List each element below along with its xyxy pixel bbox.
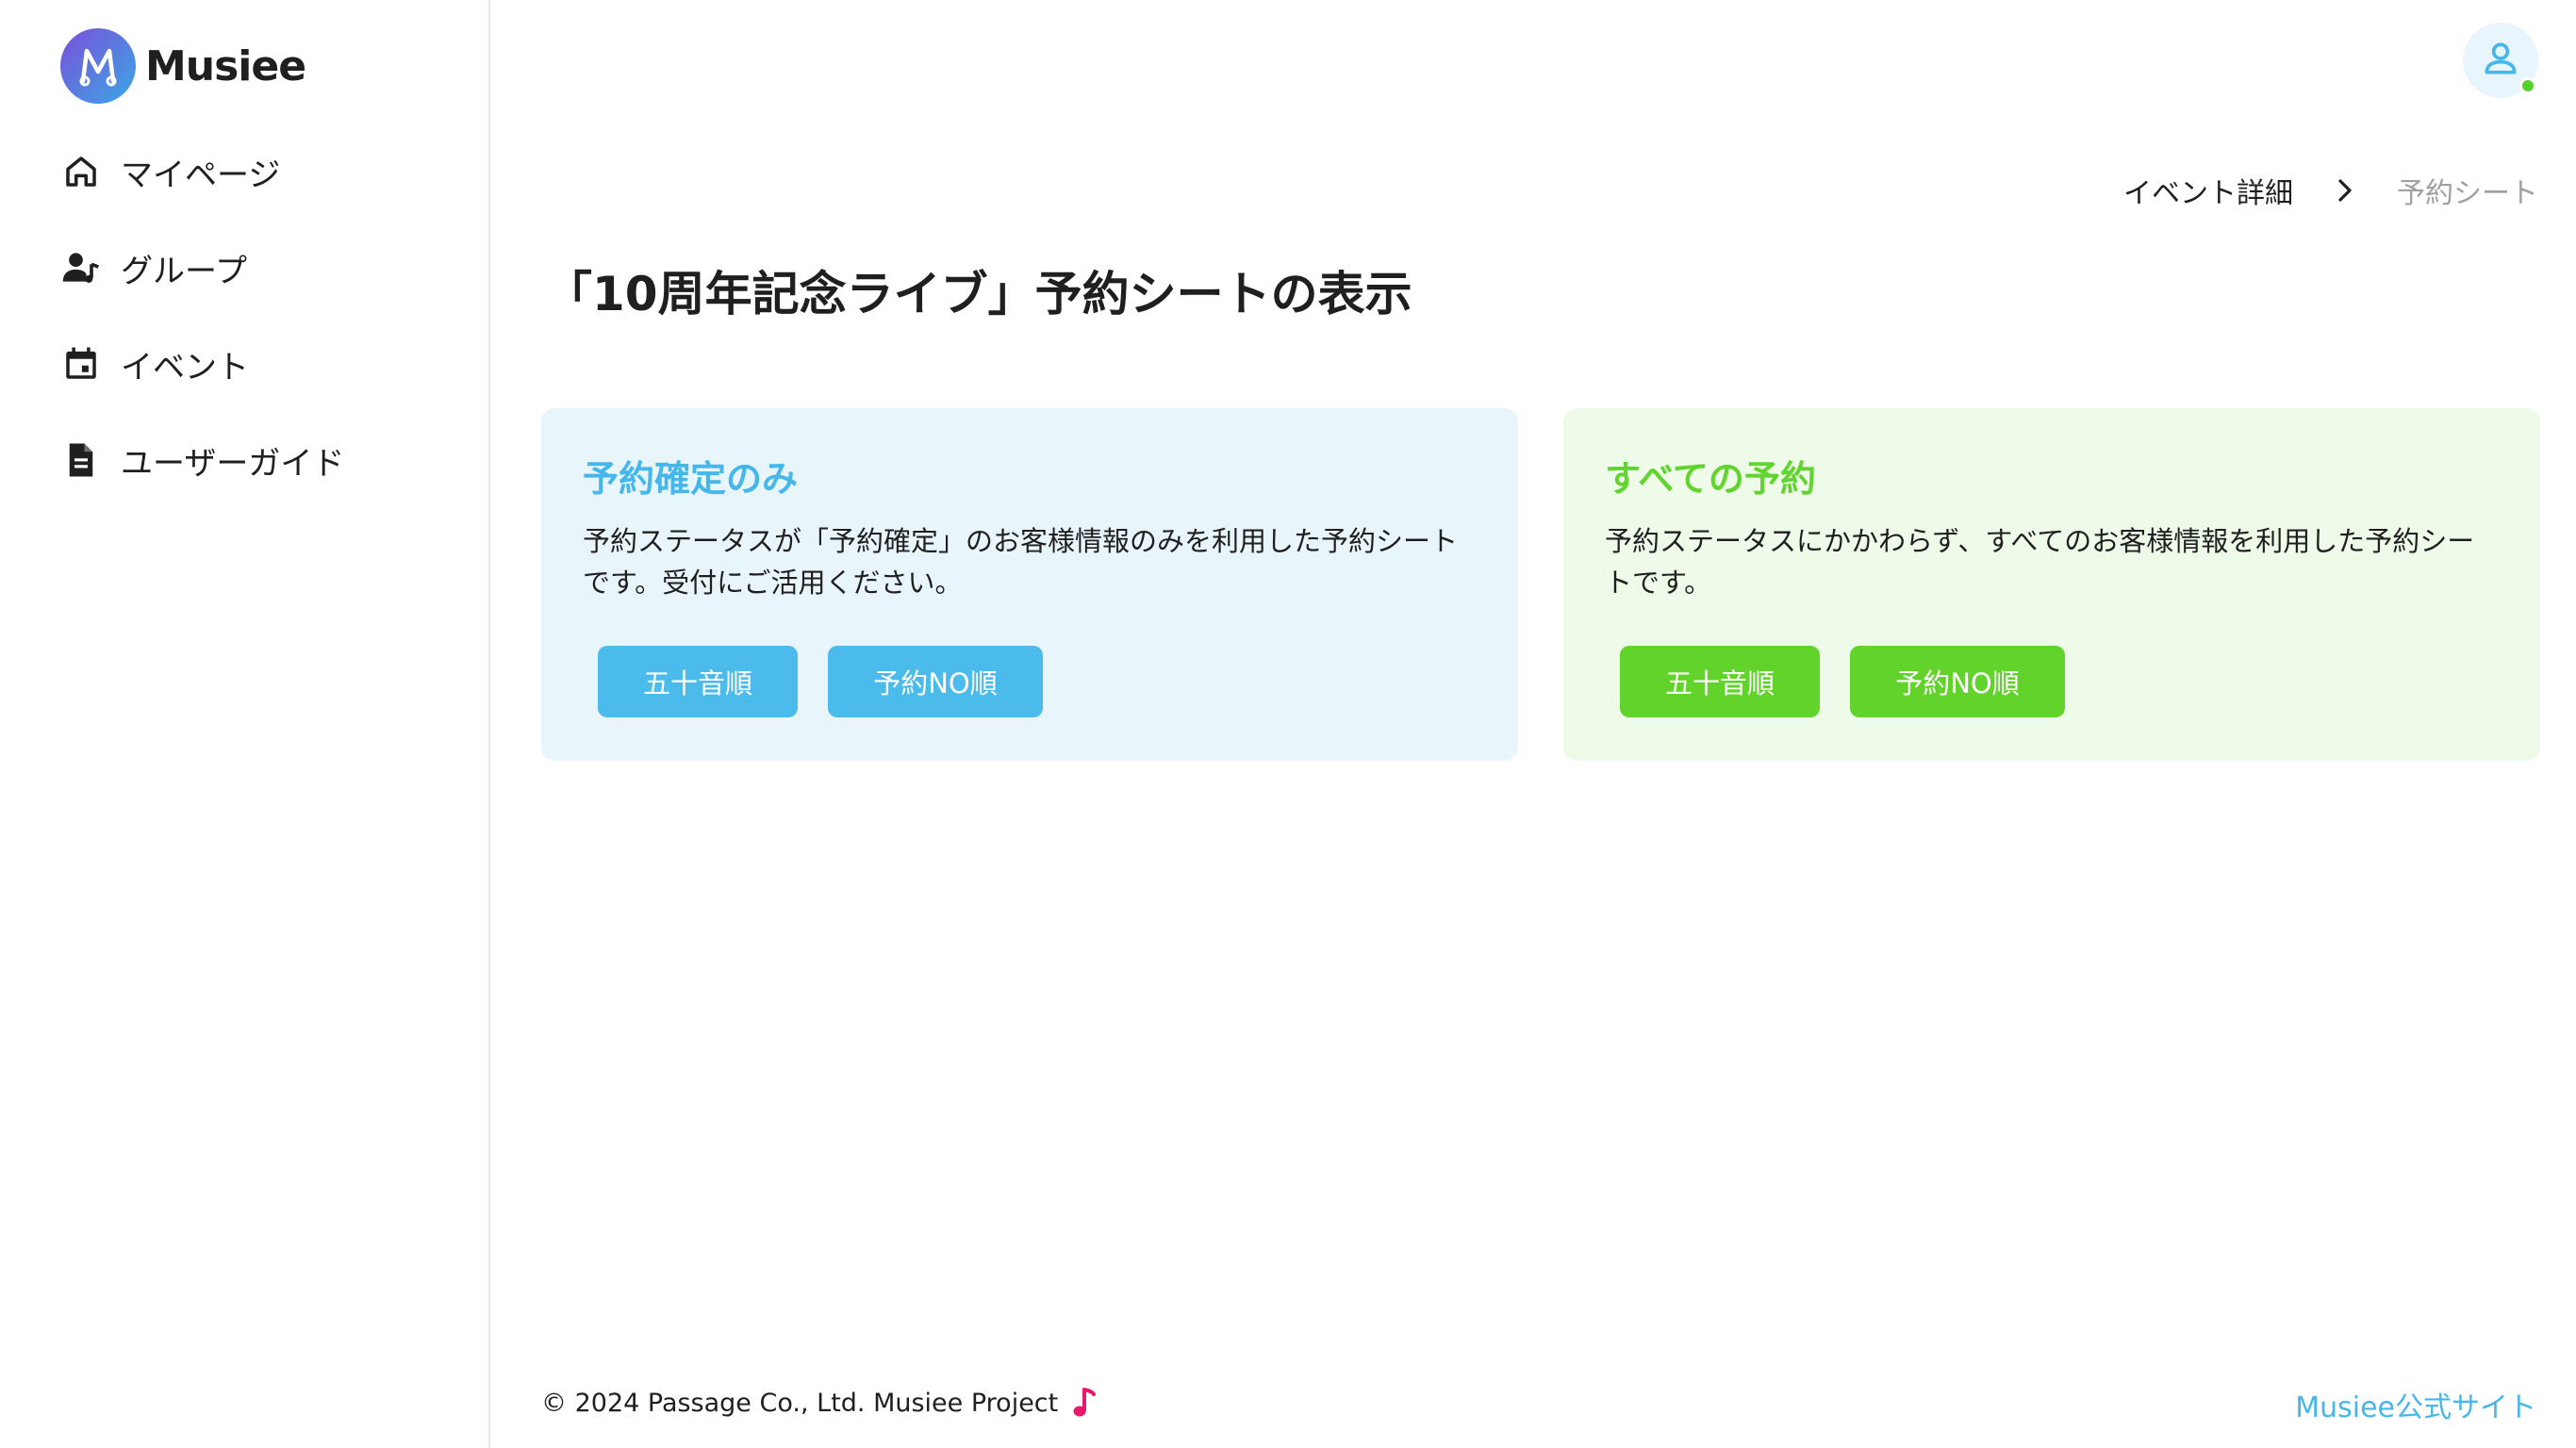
calendar-icon: [57, 339, 106, 388]
musiee-logo-icon: [60, 28, 136, 104]
breadcrumb: イベント詳細 予約シート: [2123, 170, 2538, 211]
page-title: 「10周年記念ライブ」予約シートの表示: [545, 267, 1412, 321]
logo-text: Musiee: [145, 41, 306, 90]
user-icon: [2480, 38, 2521, 83]
breadcrumb-current: 予約シート: [2397, 177, 2538, 210]
sidebar-item-label: イベント: [121, 348, 249, 387]
music-note-icon: [1071, 1386, 1098, 1420]
sidebar-item-label: ユーザーガイド: [121, 444, 345, 483]
confirmed-reservations-card: 予約確定のみ 予約ステータスが「予約確定」のお客様情報のみを利用した予約シートで…: [541, 408, 1518, 761]
confirmed-number-order-button[interactable]: 予約NO順: [828, 646, 1043, 717]
card-title: 予約確定のみ: [583, 458, 799, 500]
sidebar-item-label: グループ: [121, 252, 247, 290]
sidebar-item-user-guide[interactable]: ユーザーガイド: [57, 430, 344, 490]
all-reservations-card: すべての予約 予約ステータスにかかわらず、すべてのお客様情報を利用した予約シート…: [1563, 408, 2540, 761]
document-icon: [57, 436, 106, 485]
card-description: 予約ステータスが「予約確定」のお客様情報のみを利用した予約シートです。受付にご活…: [583, 525, 1459, 599]
all-number-order-button[interactable]: 予約NO順: [1850, 646, 2065, 717]
sidebar-nav: マイページ グループ イベント ユーザーガイド: [57, 141, 344, 526]
sidebar-item-event[interactable]: イベント: [57, 334, 344, 394]
button-row: 五十音順 予約NO順: [598, 646, 1073, 717]
all-kana-order-button[interactable]: 五十音順: [1620, 646, 1820, 717]
breadcrumb-event-detail-link[interactable]: イベント詳細: [2123, 170, 2293, 211]
copyright-text: © 2024 Passage Co., Ltd. Musiee Project: [541, 1388, 1059, 1418]
online-status-dot: [2519, 77, 2536, 94]
confirmed-kana-order-button[interactable]: 五十音順: [598, 646, 798, 717]
user-music-icon: [57, 243, 106, 292]
card-description: 予約ステータスにかかわらず、すべてのお客様情報を利用した予約シートです。: [1605, 525, 2475, 599]
official-site-link[interactable]: Musiee公式サイト: [2295, 1384, 2536, 1425]
logo[interactable]: Musiee: [60, 28, 306, 104]
sidebar-item-group[interactable]: グループ: [57, 238, 344, 298]
sidebar-item-mypage[interactable]: マイページ: [57, 141, 344, 202]
app-root: Musiee マイページ グループ イベント ユーザーガイド イベント詳細 予約…: [0, 0, 2576, 1448]
card-title: すべての予約: [1605, 458, 1816, 500]
chevron-right-icon: [2335, 177, 2355, 204]
button-row: 五十音順 予約NO順: [1620, 646, 2095, 717]
sidebar: Musiee マイページ グループ イベント ユーザーガイド: [0, 0, 490, 1448]
footer-copyright: © 2024 Passage Co., Ltd. Musiee Project: [541, 1386, 1098, 1420]
sidebar-item-label: マイページ: [121, 156, 281, 194]
home-icon: [57, 147, 106, 196]
